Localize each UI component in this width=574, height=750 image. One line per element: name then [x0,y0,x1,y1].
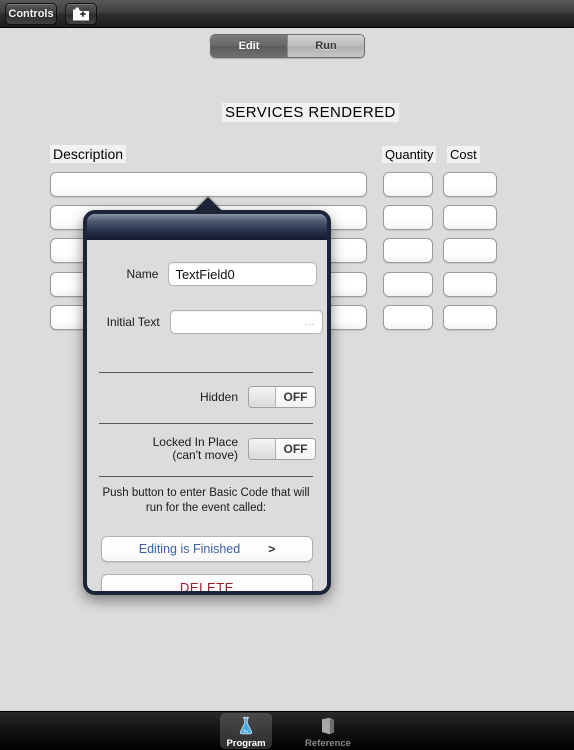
locked-toggle-knob [249,439,276,459]
new-file-button[interactable] [65,3,97,25]
name-row: Name TextField0 [105,262,317,286]
divider-2 [99,423,313,424]
quantity-field-0[interactable] [383,172,433,197]
delete-button[interactable]: DELETE [101,574,313,595]
event-hint-text: Push button to enter Basic Code that wil… [101,486,311,516]
cost-field-0[interactable] [443,172,497,197]
controls-button[interactable]: Controls [5,3,57,25]
locked-label-line2: (can't move) [172,448,238,462]
column-header-description[interactable]: Description [50,145,127,163]
form-title-label[interactable]: SERVICES RENDERED [222,103,399,122]
tab-run[interactable]: Run [288,35,364,57]
cost-field-4[interactable] [443,305,497,330]
event-hint-line2: run for the event called: [145,502,267,514]
description-field-0[interactable] [50,172,367,197]
event-code-button-label: Editing is Finished [138,542,241,556]
hidden-label: Hidden [199,389,238,404]
mode-segmented-control[interactable]: Edit Run [210,34,365,58]
chevron-right-icon: > [268,542,276,556]
tab-program[interactable]: Program [220,713,272,749]
ellipsis-icon[interactable]: ... [304,317,315,327]
tab-program-label: Program [226,738,266,749]
top-toolbar: Controls [0,0,574,28]
tab-reference[interactable]: Reference [302,713,354,749]
hidden-toggle-state: OFF [276,387,315,407]
locked-row: Locked In Place (can't move) OFF [93,436,323,462]
quantity-field-3[interactable] [383,272,433,297]
tab-edit[interactable]: Edit [211,35,288,57]
divider-3 [99,476,313,477]
hidden-row: Hidden OFF [93,386,323,408]
cost-field-2[interactable] [443,238,497,263]
name-input[interactable]: TextField0 [168,262,317,286]
quantity-field-1[interactable] [383,205,433,230]
controls-button-label: Controls [8,8,54,20]
column-header-quantity[interactable]: Quantity [382,146,437,163]
tab-edit-label: Edit [238,40,260,52]
cost-field-3[interactable] [443,272,497,297]
tab-reference-label: Reference [305,738,351,749]
popover-header [87,214,327,240]
locked-label: Locked In Place (can't move) [93,436,238,462]
initial-text-input[interactable]: ... [169,310,323,334]
bottom-tab-bar: Program Reference [0,711,574,750]
locked-toggle[interactable]: OFF [248,438,316,460]
locked-toggle-state: OFF [276,439,315,459]
popover-body: Name TextField0 Initial Text ... Hidden … [87,240,327,591]
event-code-button[interactable]: Editing is Finished > [101,536,313,562]
hidden-toggle-knob [249,387,276,407]
cost-field-1[interactable] [443,205,497,230]
initial-text-row: Initial Text ... [93,310,323,334]
hidden-toggle[interactable]: OFF [248,386,316,408]
quantity-field-2[interactable] [383,238,433,263]
folder-add-icon [73,7,89,20]
divider-1 [99,372,313,373]
tab-run-label: Run [315,40,337,52]
name-label: Name [126,266,159,281]
delete-button-label: DELETE [179,579,235,595]
book-icon [322,717,334,735]
initial-text-label: Initial Text [106,314,160,329]
flask-icon [239,716,253,735]
textfield-properties-popover: Name TextField0 Initial Text ... Hidden … [83,210,331,595]
quantity-field-4[interactable] [383,305,433,330]
event-hint-line1: Push button to enter Basic Code that wil… [102,487,310,499]
column-header-cost[interactable]: Cost [447,146,480,163]
